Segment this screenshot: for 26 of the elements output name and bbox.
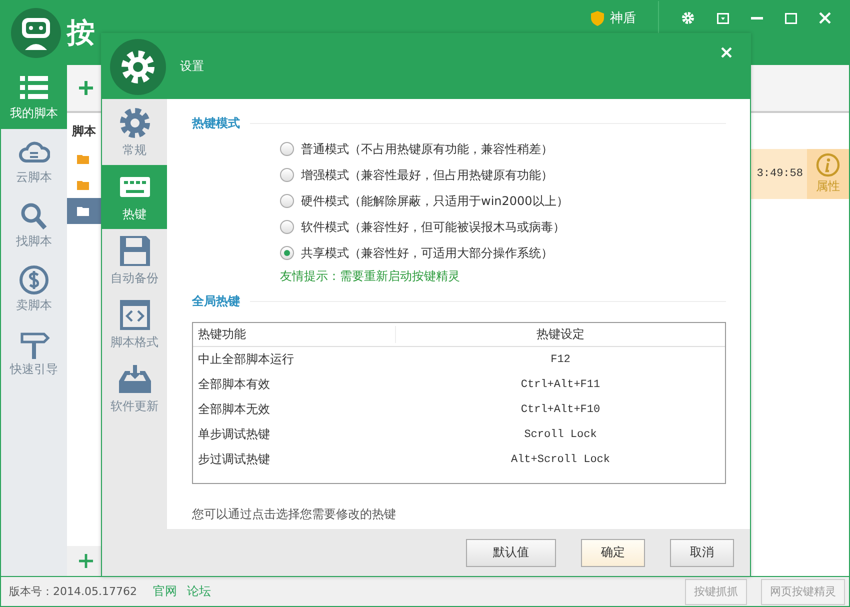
version-text: 版本号：2014.05.17762 [9,584,137,599]
time-text: 3:49:58 [756,168,803,180]
table-cell-text: 步过调试热键 [197,451,271,468]
tip-text: 友情提示：需要重新启动按键精灵 [280,268,461,285]
table-cell-text: Ctrl+Alt+F10 [520,404,602,416]
section-title: 全局热键 [192,293,240,310]
mode-label: 增强模式（兼容性最好，但占用热键原有功能） [301,166,553,184]
dialog-title: 设置 [180,58,204,75]
table-cell-text: 全部脚本无效 [197,401,271,418]
table-cell-text: Ctrl+Alt+F11 [520,378,602,390]
column-header: 热键功能 [193,326,396,343]
mode-label: 普通模式（不占用热键原有功能，兼容性稍差） [301,140,553,158]
column-header: 热键设定 [536,326,586,343]
mode-label: 共享模式（兼容性好，可适用大部分操作系统） [301,244,553,262]
table-cell-text: F12 [550,354,572,366]
table-cell-text: 中止全部脚本运行 [197,351,295,368]
app-title: 按 [67,15,95,51]
mode-label: 硬件模式（能解除屏蔽，只适用于win2000以上） [301,192,568,210]
table-cell-text: 单步调试热键 [197,426,271,443]
list-header: 脚本 [70,123,97,140]
section-title: 热键模式 [192,115,240,132]
table-cell-text: 全部脚本有效 [197,376,271,393]
table-cell-text: Alt+Scroll Lock [510,454,612,466]
mode-label: 软件模式（兼容性好，但可能被误报木马或病毒） [301,218,565,236]
hint-text: 您可以通过点击选择您需要修改的热键 [192,506,397,523]
table-cell-text: Scroll Lock [523,428,598,440]
